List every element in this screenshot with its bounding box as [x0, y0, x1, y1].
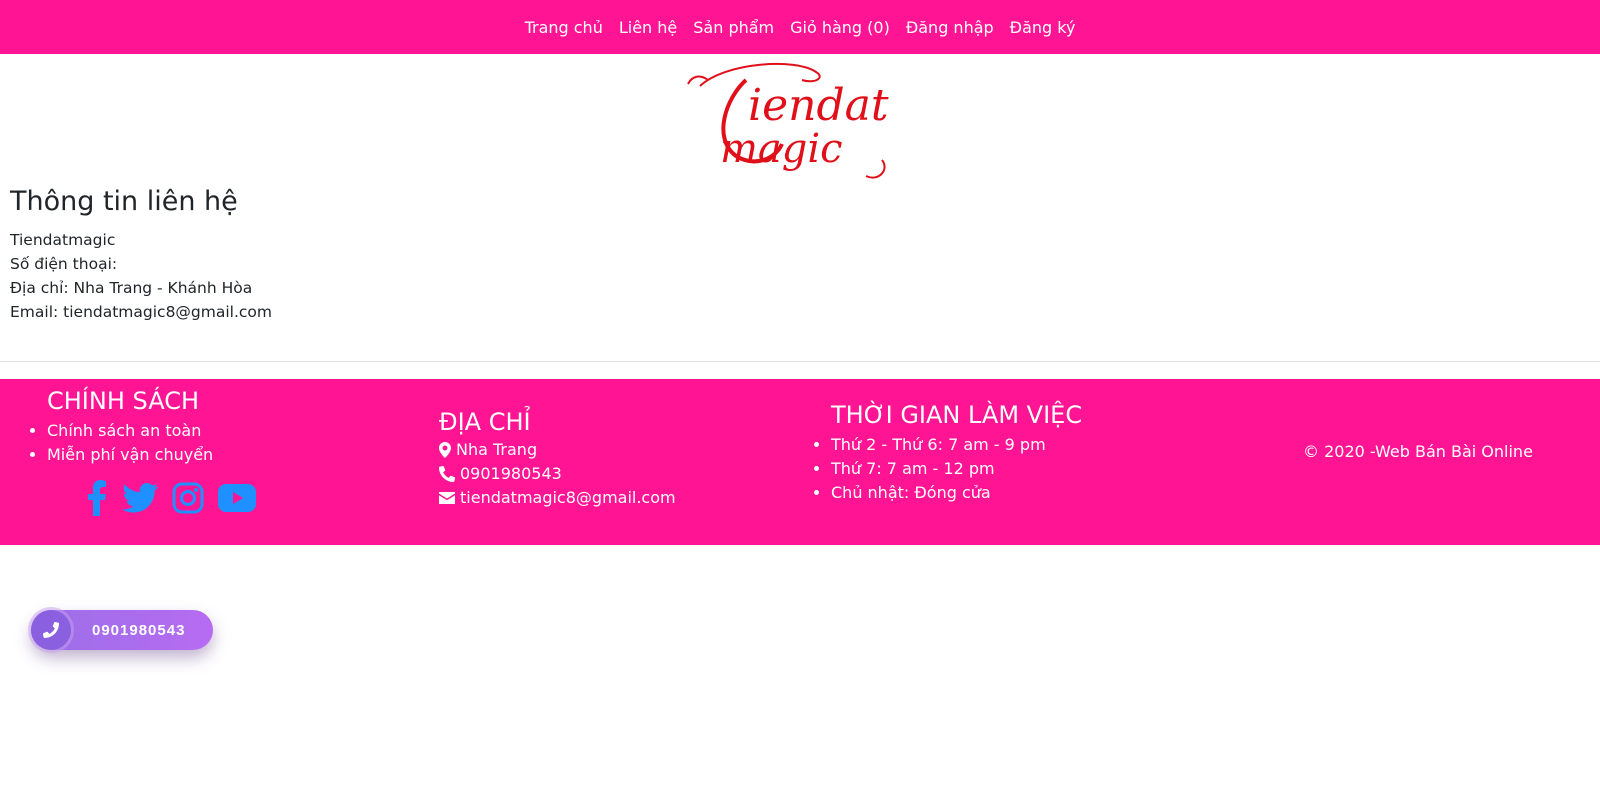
footer-hours-title: THỜI GIAN LÀM VIỆC: [831, 401, 1083, 429]
footer-policy-list: Chính sách an toàn Miễn phí vận chuyển: [25, 419, 213, 467]
envelope-icon: [439, 492, 455, 504]
footer-policy-item[interactable]: Chính sách an toàn: [47, 419, 213, 443]
social-links: [86, 480, 270, 516]
contact-title: Thông tin liên hệ: [10, 186, 238, 217]
contact-phone-label: Số điện thoại:: [10, 255, 118, 273]
footer-hours-item: Chủ nhật: Đóng cửa: [831, 481, 1082, 505]
footer-hours-item: Thứ 2 - Thứ 6: 7 am - 9 pm: [831, 433, 1082, 457]
youtube-icon[interactable]: [218, 484, 256, 512]
footer-phone-text[interactable]: 0901980543: [460, 462, 562, 486]
call-now-button[interactable]: 0901980543: [31, 610, 213, 650]
nav-contact-link[interactable]: Liên hệ: [619, 18, 677, 37]
top-navbar: Trang chủ Liên hệ Sản phẩm Giỏ hàng (0) …: [0, 0, 1600, 54]
contact-name: Tiendatmagic: [10, 231, 116, 249]
phone-icon: [439, 466, 455, 482]
footer-location-text: Nha Trang: [456, 440, 538, 459]
footer-email-text[interactable]: tiendatmagic8@gmail.com: [460, 486, 676, 510]
instagram-icon[interactable]: [172, 482, 204, 514]
map-marker-icon: [439, 442, 451, 458]
facebook-icon[interactable]: [86, 480, 108, 516]
call-number-text: 0901980543: [92, 621, 186, 639]
svg-text:iendat: iendat: [748, 80, 889, 131]
footer-address-column: ĐỊA CHỈ Nha Trang 0901980543 tiendatmagi…: [439, 406, 676, 510]
contact-info: Thông tin liên hệ Tiendatmagic Số điện t…: [10, 184, 272, 324]
footer-email-row: tiendatmagic8@gmail.com: [439, 486, 676, 510]
nav-register-link[interactable]: Đăng ký: [1010, 18, 1076, 37]
footer-policy-item[interactable]: Miễn phí vận chuyển: [47, 443, 213, 467]
site-footer: CHÍNH SÁCH Chính sách an toàn Miễn phí v…: [0, 379, 1600, 545]
footer-phone-row: 0901980543: [439, 462, 676, 486]
nav-login-link[interactable]: Đăng nhập: [906, 18, 994, 37]
contact-email: Email: tiendatmagic8@gmail.com: [10, 303, 273, 321]
twitter-icon[interactable]: [122, 483, 159, 513]
footer-hours-list: Thứ 2 - Thứ 6: 7 am - 9 pm Thứ 7: 7 am -…: [809, 433, 1082, 505]
footer-address-title: ĐỊA CHỈ: [439, 408, 531, 436]
footer-copyright: © 2020 -Web Bán Bài Online: [1303, 442, 1533, 461]
site-logo[interactable]: iendat magic: [686, 58, 918, 184]
footer-policy-column: CHÍNH SÁCH Chính sách an toàn Miễn phí v…: [47, 385, 213, 467]
footer-hours-item: Thứ 7: 7 am - 12 pm: [831, 457, 1082, 481]
svg-text:magic: magic: [720, 126, 843, 172]
nav-products-link[interactable]: Sản phẩm: [693, 18, 774, 37]
footer-hours-column: THỜI GIAN LÀM VIỆC Thứ 2 - Thứ 6: 7 am -…: [831, 399, 1082, 505]
call-phone-icon: [31, 610, 71, 650]
nav-home-link[interactable]: Trang chủ: [525, 18, 603, 37]
contact-address: Địa chỉ: Nha Trang - Khánh Hòa: [10, 279, 253, 297]
footer-location-row: Nha Trang: [439, 438, 676, 462]
section-divider: [0, 361, 1600, 362]
nav-cart-link[interactable]: Giỏ hàng (0): [790, 18, 890, 37]
footer-policy-title: CHÍNH SÁCH: [47, 387, 199, 415]
